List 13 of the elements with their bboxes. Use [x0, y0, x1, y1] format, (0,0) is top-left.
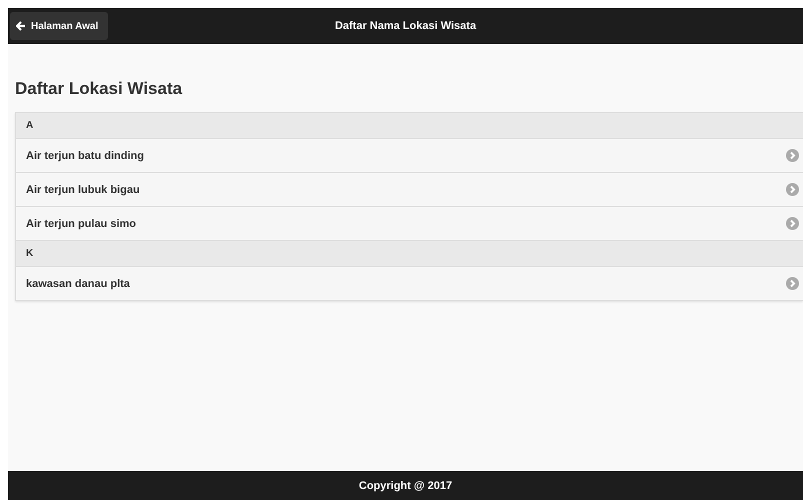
chevron-right-icon	[786, 217, 799, 230]
back-button[interactable]: Halaman Awal	[10, 12, 108, 40]
page-heading: Daftar Lokasi Wisata	[15, 79, 184, 99]
list-item[interactable]: Air terjun lubuk bigau	[16, 173, 803, 207]
chevron-right-icon	[786, 277, 799, 290]
chevron-right-icon	[786, 183, 799, 196]
back-arrow-icon	[16, 21, 26, 31]
copyright-text: Copyright @ 2017	[358, 480, 452, 492]
header-title: Daftar Nama Lokasi Wisata	[334, 20, 476, 32]
list-item[interactable]: Air terjun pulau simo	[16, 207, 803, 241]
list-item[interactable]: Air terjun batu dinding	[16, 139, 803, 173]
chevron-right-icon	[786, 149, 799, 162]
list-item[interactable]: kawasan danau plta	[16, 267, 803, 300]
